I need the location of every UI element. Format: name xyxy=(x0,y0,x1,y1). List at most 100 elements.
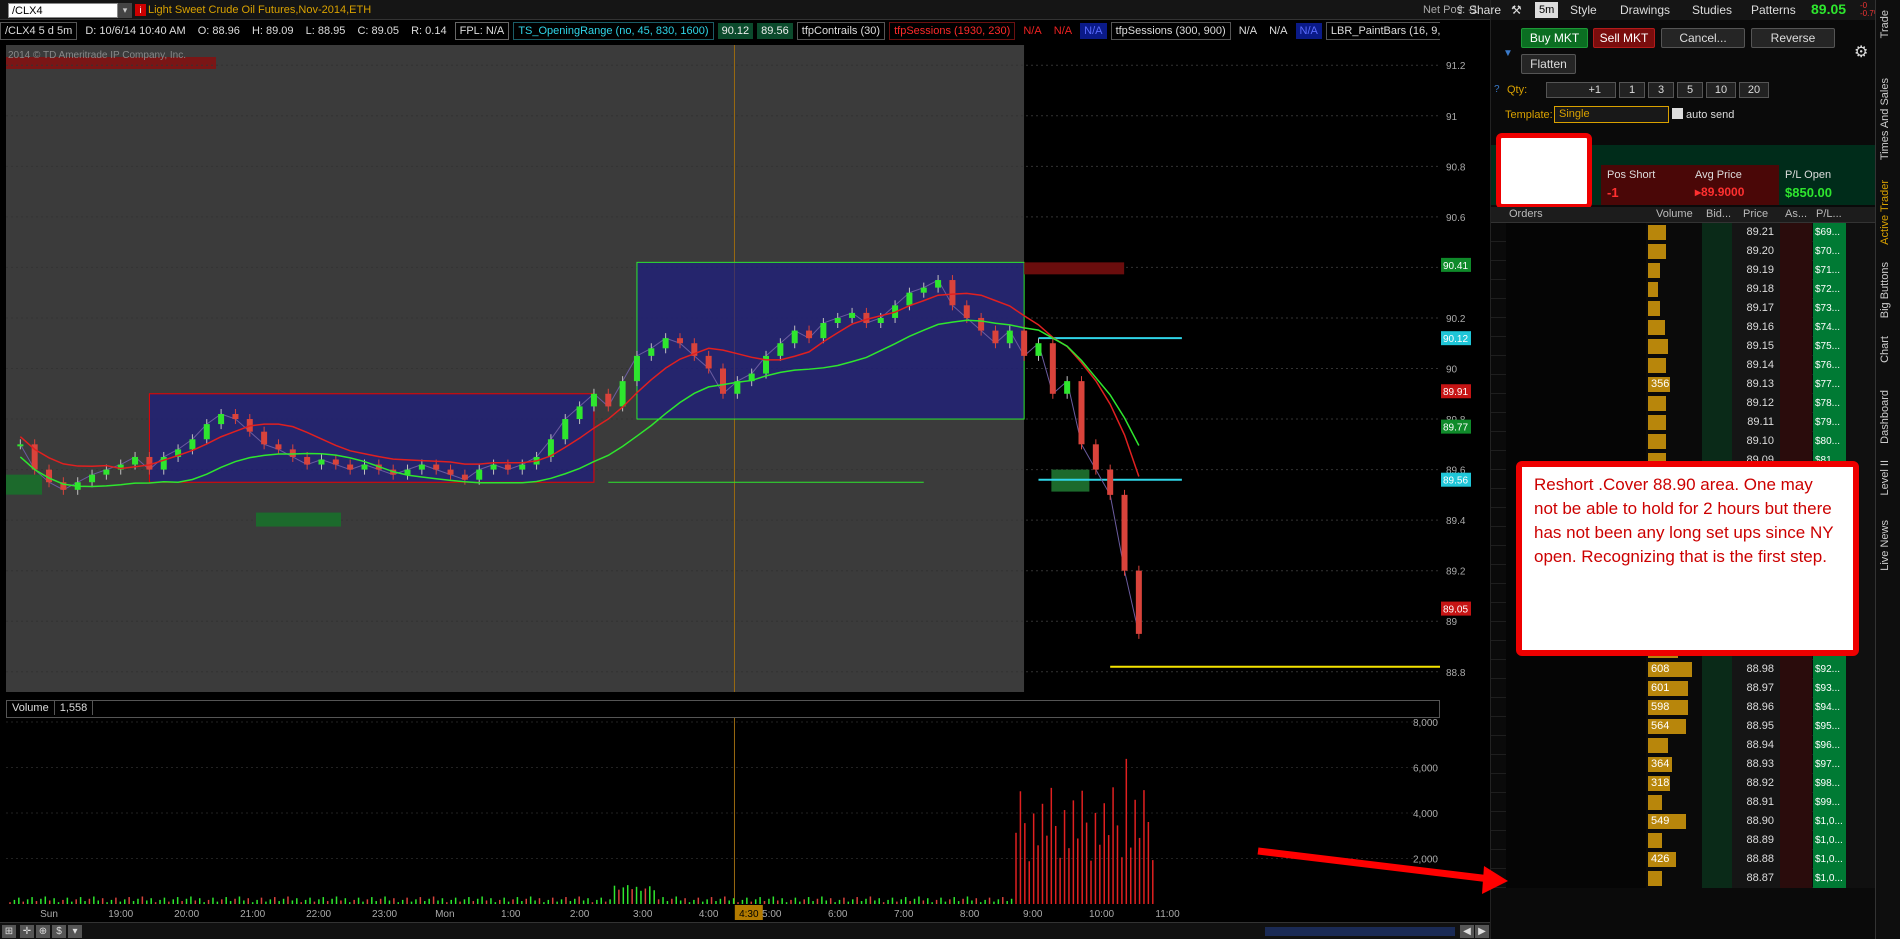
ladder-orders-cell[interactable] xyxy=(1506,337,1646,356)
sessions-study-2[interactable]: tfpSessions (300, 900) xyxy=(1110,22,1231,40)
ladder-ask-cell[interactable] xyxy=(1780,280,1812,299)
ladder-ask-cell[interactable] xyxy=(1780,242,1812,261)
ladder-ask-cell[interactable] xyxy=(1780,793,1812,812)
help-icon[interactable]: ? xyxy=(1494,84,1500,95)
col-ask[interactable]: As... xyxy=(1785,208,1807,220)
side-tab-times-and-sales[interactable]: Times And Sales xyxy=(1879,78,1891,160)
ladder-orders-cell[interactable] xyxy=(1506,432,1646,451)
instrument-info-icon[interactable]: i xyxy=(135,4,146,16)
opening-range-study[interactable]: TS_OpeningRange (no, 45, 830, 1600) xyxy=(513,22,714,40)
sell-mkt-button[interactable]: Sell MKT xyxy=(1593,28,1655,48)
side-tab-trade[interactable]: Trade xyxy=(1879,10,1891,38)
ladder-ask-cell[interactable] xyxy=(1780,717,1812,736)
ladder-bid-cell[interactable] xyxy=(1702,318,1732,337)
ladder-row[interactable]: 601 88.97 $93... xyxy=(1491,679,1876,698)
qty-option-1[interactable]: 1 xyxy=(1619,82,1645,98)
col-orders[interactable]: Orders xyxy=(1509,208,1543,220)
ladder-bid-cell[interactable] xyxy=(1702,413,1732,432)
ladder-orders-cell[interactable] xyxy=(1506,660,1646,679)
zoom-icon[interactable]: ⊕ xyxy=(36,925,50,938)
ladder-bid-cell[interactable] xyxy=(1702,736,1732,755)
ladder-orders-cell[interactable] xyxy=(1506,717,1646,736)
ladder-ask-cell[interactable] xyxy=(1780,679,1812,698)
price-axis[interactable]: 91.29190.890.690.490.29089.889.689.489.2… xyxy=(1440,45,1490,692)
qty-option-10[interactable]: 10 xyxy=(1706,82,1736,98)
ladder-row[interactable]: 564 88.95 $95... xyxy=(1491,717,1876,736)
ladder-bid-cell[interactable] xyxy=(1702,223,1732,242)
template-select[interactable]: Single xyxy=(1554,106,1669,123)
ladder-ask-cell[interactable] xyxy=(1780,318,1812,337)
ladder-ask-cell[interactable] xyxy=(1780,413,1812,432)
ladder-orders-cell[interactable] xyxy=(1506,793,1646,812)
price-chart[interactable] xyxy=(6,45,1440,692)
ladder-bid-cell[interactable] xyxy=(1702,261,1732,280)
ladder-row[interactable]: 356 89.13 $77... xyxy=(1491,375,1876,394)
ladder-bid-cell[interactable] xyxy=(1702,717,1732,736)
side-tab-level-ii[interactable]: Level II xyxy=(1879,460,1891,495)
side-tab-active-trader[interactable]: Active Trader xyxy=(1879,180,1891,245)
ladder-ask-cell[interactable] xyxy=(1780,337,1812,356)
chevron-down-icon[interactable]: ▾ xyxy=(68,925,82,938)
ladder-orders-cell[interactable] xyxy=(1506,318,1646,337)
ladder-orders-cell[interactable] xyxy=(1506,394,1646,413)
ladder-bid-cell[interactable] xyxy=(1702,356,1732,375)
ladder-ask-cell[interactable] xyxy=(1780,261,1812,280)
patterns-button[interactable]: Patterns xyxy=(1751,2,1796,18)
qty-option-20[interactable]: 20 xyxy=(1739,82,1769,98)
ladder-row[interactable]: 89.12 $78... xyxy=(1491,394,1876,413)
ladder-ask-cell[interactable] xyxy=(1780,375,1812,394)
ladder-bid-cell[interactable] xyxy=(1702,679,1732,698)
ladder-orders-cell[interactable] xyxy=(1506,242,1646,261)
ladder-bid-cell[interactable] xyxy=(1702,793,1732,812)
chart-scrollbar[interactable] xyxy=(1265,927,1455,936)
ladder-orders-cell[interactable] xyxy=(1506,755,1646,774)
col-volume[interactable]: Volume xyxy=(1656,208,1693,220)
ladder-ask-cell[interactable] xyxy=(1780,660,1812,679)
ladder-bid-cell[interactable] xyxy=(1702,280,1732,299)
volume-chart[interactable]: 8,000 6,000 4,000 2,000 xyxy=(6,718,1440,904)
ladder-ask-cell[interactable] xyxy=(1780,394,1812,413)
ladder-row[interactable]: 318 88.92 $98... xyxy=(1491,774,1876,793)
qty-option-5[interactable]: 5 xyxy=(1677,82,1703,98)
ladder-bid-cell[interactable] xyxy=(1702,812,1732,831)
crosshair-icon[interactable]: ✛ xyxy=(20,925,34,938)
checkbox-icon[interactable] xyxy=(1672,108,1683,119)
ladder-ask-cell[interactable] xyxy=(1780,223,1812,242)
scroll-right-icon[interactable]: ▶ xyxy=(1475,925,1489,938)
scroll-left-icon[interactable]: ◀ xyxy=(1460,925,1474,938)
ladder-row[interactable]: 89.18 $72... xyxy=(1491,280,1876,299)
flatten-button[interactable]: Flatten xyxy=(1521,54,1576,74)
side-tab-big-buttons[interactable]: Big Buttons xyxy=(1879,262,1891,318)
qty-input[interactable]: +1 xyxy=(1546,82,1616,98)
ladder-bid-cell[interactable] xyxy=(1702,755,1732,774)
fpl-study[interactable]: FPL: N/A xyxy=(454,22,510,40)
ladder-orders-cell[interactable] xyxy=(1506,299,1646,318)
ladder-bid-cell[interactable] xyxy=(1702,698,1732,717)
ladder-row[interactable]: 598 88.96 $94... xyxy=(1491,698,1876,717)
ladder-row[interactable]: 88.91 $99... xyxy=(1491,793,1876,812)
ladder-orders-cell[interactable] xyxy=(1506,869,1646,888)
ladder-bid-cell[interactable] xyxy=(1702,299,1732,318)
symbol-dropdown-icon[interactable]: ▾ xyxy=(118,3,132,18)
symbol-input[interactable]: /CLX4 xyxy=(8,3,118,18)
ladder-bid-cell[interactable] xyxy=(1702,869,1732,888)
auto-send-checkbox[interactable]: auto send xyxy=(1672,108,1734,121)
paintbars-study[interactable]: LBR_PaintBars (16, 9, 2.5,... xyxy=(1325,22,1440,40)
style-button[interactable]: Style xyxy=(1570,2,1597,18)
col-price[interactable]: Price xyxy=(1743,208,1768,220)
ladder-row[interactable]: 89.15 $75... xyxy=(1491,337,1876,356)
ladder-orders-cell[interactable] xyxy=(1506,698,1646,717)
ladder-row[interactable]: 89.20 $70... xyxy=(1491,242,1876,261)
ladder-orders-cell[interactable] xyxy=(1506,280,1646,299)
share-icon[interactable]: ⇪ xyxy=(1455,2,1465,18)
ladder-orders-cell[interactable] xyxy=(1506,736,1646,755)
ladder-bid-cell[interactable] xyxy=(1702,432,1732,451)
ladder-orders-cell[interactable] xyxy=(1506,774,1646,793)
ladder-ask-cell[interactable] xyxy=(1780,299,1812,318)
ladder-ask-cell[interactable] xyxy=(1780,774,1812,793)
gear-icon[interactable]: ⚙ xyxy=(1854,42,1868,62)
ladder-orders-cell[interactable] xyxy=(1506,679,1646,698)
contrails-study[interactable]: tfpContrails (30) xyxy=(796,22,886,40)
ladder-bid-cell[interactable] xyxy=(1702,774,1732,793)
ladder-bid-cell[interactable] xyxy=(1702,850,1732,869)
